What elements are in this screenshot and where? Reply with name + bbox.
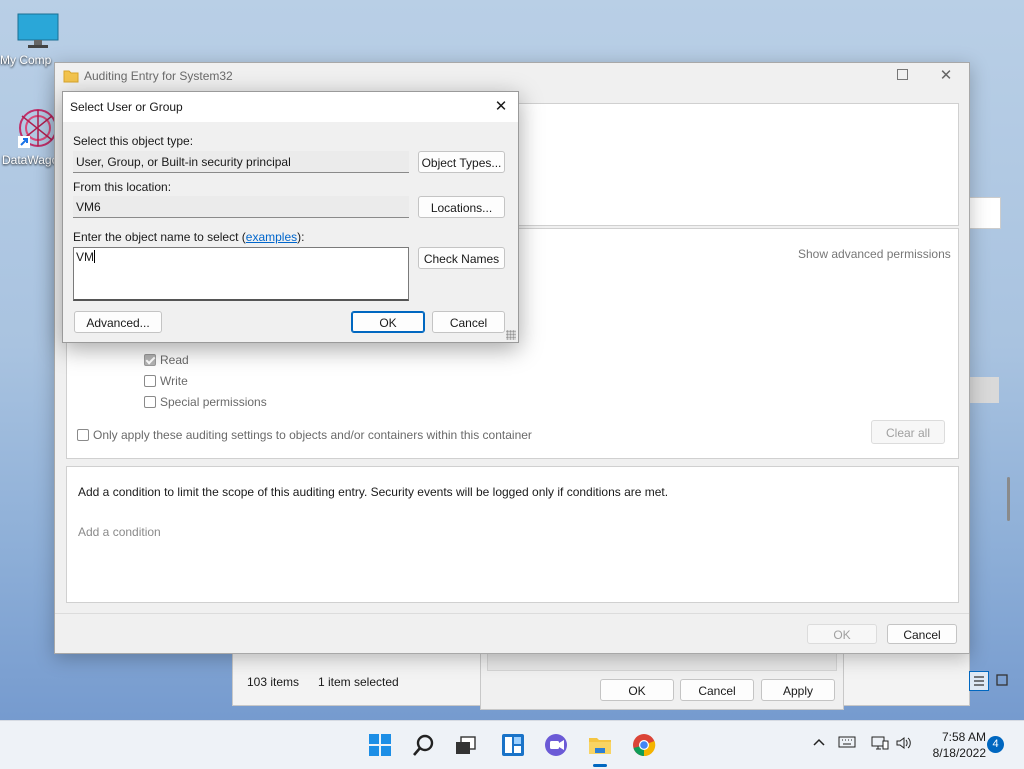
checkbox-write[interactable] bbox=[144, 375, 156, 387]
footer-divider bbox=[55, 613, 969, 614]
taskbar: 7:58 AM 8/18/2022 4 bbox=[0, 720, 1024, 769]
volume-tray-button[interactable] bbox=[895, 735, 913, 754]
checkbox-read[interactable] bbox=[144, 354, 156, 366]
chrome-icon bbox=[633, 734, 656, 757]
folder-icon bbox=[63, 69, 79, 86]
explorer-scrollbar[interactable] bbox=[1007, 477, 1010, 521]
teams-chat-button[interactable] bbox=[542, 731, 570, 759]
checkbox-only-apply[interactable] bbox=[77, 429, 89, 441]
properties-cancel-button[interactable]: Cancel bbox=[680, 679, 754, 701]
enter-name-label-text: Enter the object name to select ( bbox=[73, 230, 246, 244]
status-selected-count: 1 item selected bbox=[318, 675, 399, 689]
maximize-icon bbox=[896, 69, 908, 80]
list-view-icon bbox=[974, 676, 984, 686]
enter-name-label-end: ): bbox=[297, 230, 305, 244]
properties-area bbox=[487, 651, 837, 671]
chevron-up-icon bbox=[813, 738, 825, 746]
monitor-icon bbox=[17, 13, 59, 48]
show-hidden-icons-button[interactable] bbox=[812, 735, 826, 752]
close-icon: ✕ bbox=[939, 67, 953, 84]
only-apply-label: Only apply these auditing settings to ob… bbox=[93, 428, 532, 442]
task-view-icon bbox=[456, 736, 476, 754]
select-ok-button[interactable]: OK bbox=[351, 311, 425, 333]
select-cancel-button[interactable]: Cancel bbox=[432, 311, 505, 333]
clock-date: 8/18/2022 bbox=[932, 746, 986, 760]
advanced-button[interactable]: Advanced... bbox=[74, 311, 162, 333]
details-view-button[interactable] bbox=[969, 671, 989, 691]
audit-ok-button[interactable]: OK bbox=[807, 624, 877, 644]
location-label: From this location: bbox=[73, 180, 172, 194]
desktop-icon-my-computer[interactable]: My Comp bbox=[0, 12, 68, 67]
check-names-button[interactable]: Check Names bbox=[418, 247, 505, 269]
permission-label-write: Write bbox=[160, 374, 188, 388]
text-cursor bbox=[94, 250, 95, 263]
network-tray-button[interactable] bbox=[871, 735, 889, 754]
enter-name-label: Enter the object name to select (example… bbox=[73, 230, 304, 244]
object-name-input[interactable]: VM bbox=[73, 247, 409, 301]
file-explorer-button[interactable] bbox=[586, 731, 614, 759]
maximize-button[interactable] bbox=[887, 63, 917, 89]
add-condition-link[interactable]: Add a condition bbox=[78, 525, 161, 539]
explorer-list-highlight bbox=[969, 377, 999, 403]
chat-icon bbox=[545, 734, 567, 756]
locations-button[interactable]: Locations... bbox=[418, 196, 505, 218]
show-advanced-permissions-link[interactable]: Show advanced permissions bbox=[798, 247, 951, 261]
close-button[interactable]: ✕ bbox=[931, 63, 961, 89]
select-user-dialog: Select User or Group ✕ Select this objec… bbox=[62, 91, 519, 343]
search-button[interactable] bbox=[410, 731, 438, 759]
properties-dialog: OK Cancel Apply bbox=[480, 648, 844, 710]
keyboard-tray-button[interactable] bbox=[838, 735, 856, 752]
window-title: Auditing Entry for System32 bbox=[84, 69, 233, 83]
windows-logo-icon bbox=[369, 734, 391, 756]
object-types-button[interactable]: Object Types... bbox=[418, 151, 505, 173]
status-item-count: 103 items bbox=[247, 675, 300, 689]
tiles-view-icon bbox=[996, 674, 1008, 686]
keyboard-icon bbox=[838, 736, 856, 748]
explorer-search-box[interactable] bbox=[969, 197, 1001, 229]
clock[interactable]: 7:58 AM 8/18/2022 bbox=[922, 729, 986, 761]
permission-label-read: Read bbox=[160, 353, 189, 367]
start-button[interactable] bbox=[366, 731, 394, 759]
examples-link[interactable]: examples bbox=[246, 230, 297, 244]
object-name-value: VM bbox=[76, 250, 94, 264]
properties-ok-button[interactable]: OK bbox=[600, 679, 674, 701]
object-type-label: Select this object type: bbox=[73, 134, 194, 148]
location-field: VM6 bbox=[73, 196, 409, 218]
permission-label-special: Special permissions bbox=[160, 395, 267, 409]
clear-all-button[interactable]: Clear all bbox=[871, 420, 945, 444]
resize-grip-icon[interactable] bbox=[506, 330, 516, 340]
object-type-field: User, Group, or Built-in security princi… bbox=[73, 151, 409, 173]
tiles-view-button[interactable] bbox=[993, 671, 1013, 691]
widgets-button[interactable] bbox=[499, 731, 527, 759]
condition-panel: Add a condition to limit the scope of th… bbox=[66, 466, 959, 603]
network-icon bbox=[871, 736, 889, 750]
widgets-icon bbox=[502, 734, 524, 756]
task-view-button[interactable] bbox=[452, 731, 480, 759]
folder-icon bbox=[589, 738, 611, 754]
dialog-title: Select User or Group bbox=[70, 100, 183, 114]
speaker-icon bbox=[896, 737, 911, 749]
dialog-close-button[interactable]: ✕ bbox=[488, 96, 514, 118]
notification-badge[interactable]: 4 bbox=[987, 736, 1004, 753]
properties-apply-button[interactable]: Apply bbox=[761, 679, 835, 701]
chrome-button[interactable] bbox=[630, 731, 658, 759]
explorer-close-button[interactable]: ✕ bbox=[478, 105, 1019, 133]
condition-description: Add a condition to limit the scope of th… bbox=[78, 485, 669, 499]
checkbox-special-permissions[interactable] bbox=[144, 396, 156, 408]
datawago-logo-icon bbox=[18, 109, 57, 148]
audit-cancel-button[interactable]: Cancel bbox=[887, 624, 957, 644]
active-app-indicator bbox=[593, 764, 607, 767]
clock-time: 7:58 AM bbox=[941, 730, 986, 744]
close-icon: ✕ bbox=[494, 98, 508, 115]
search-icon bbox=[413, 734, 434, 756]
